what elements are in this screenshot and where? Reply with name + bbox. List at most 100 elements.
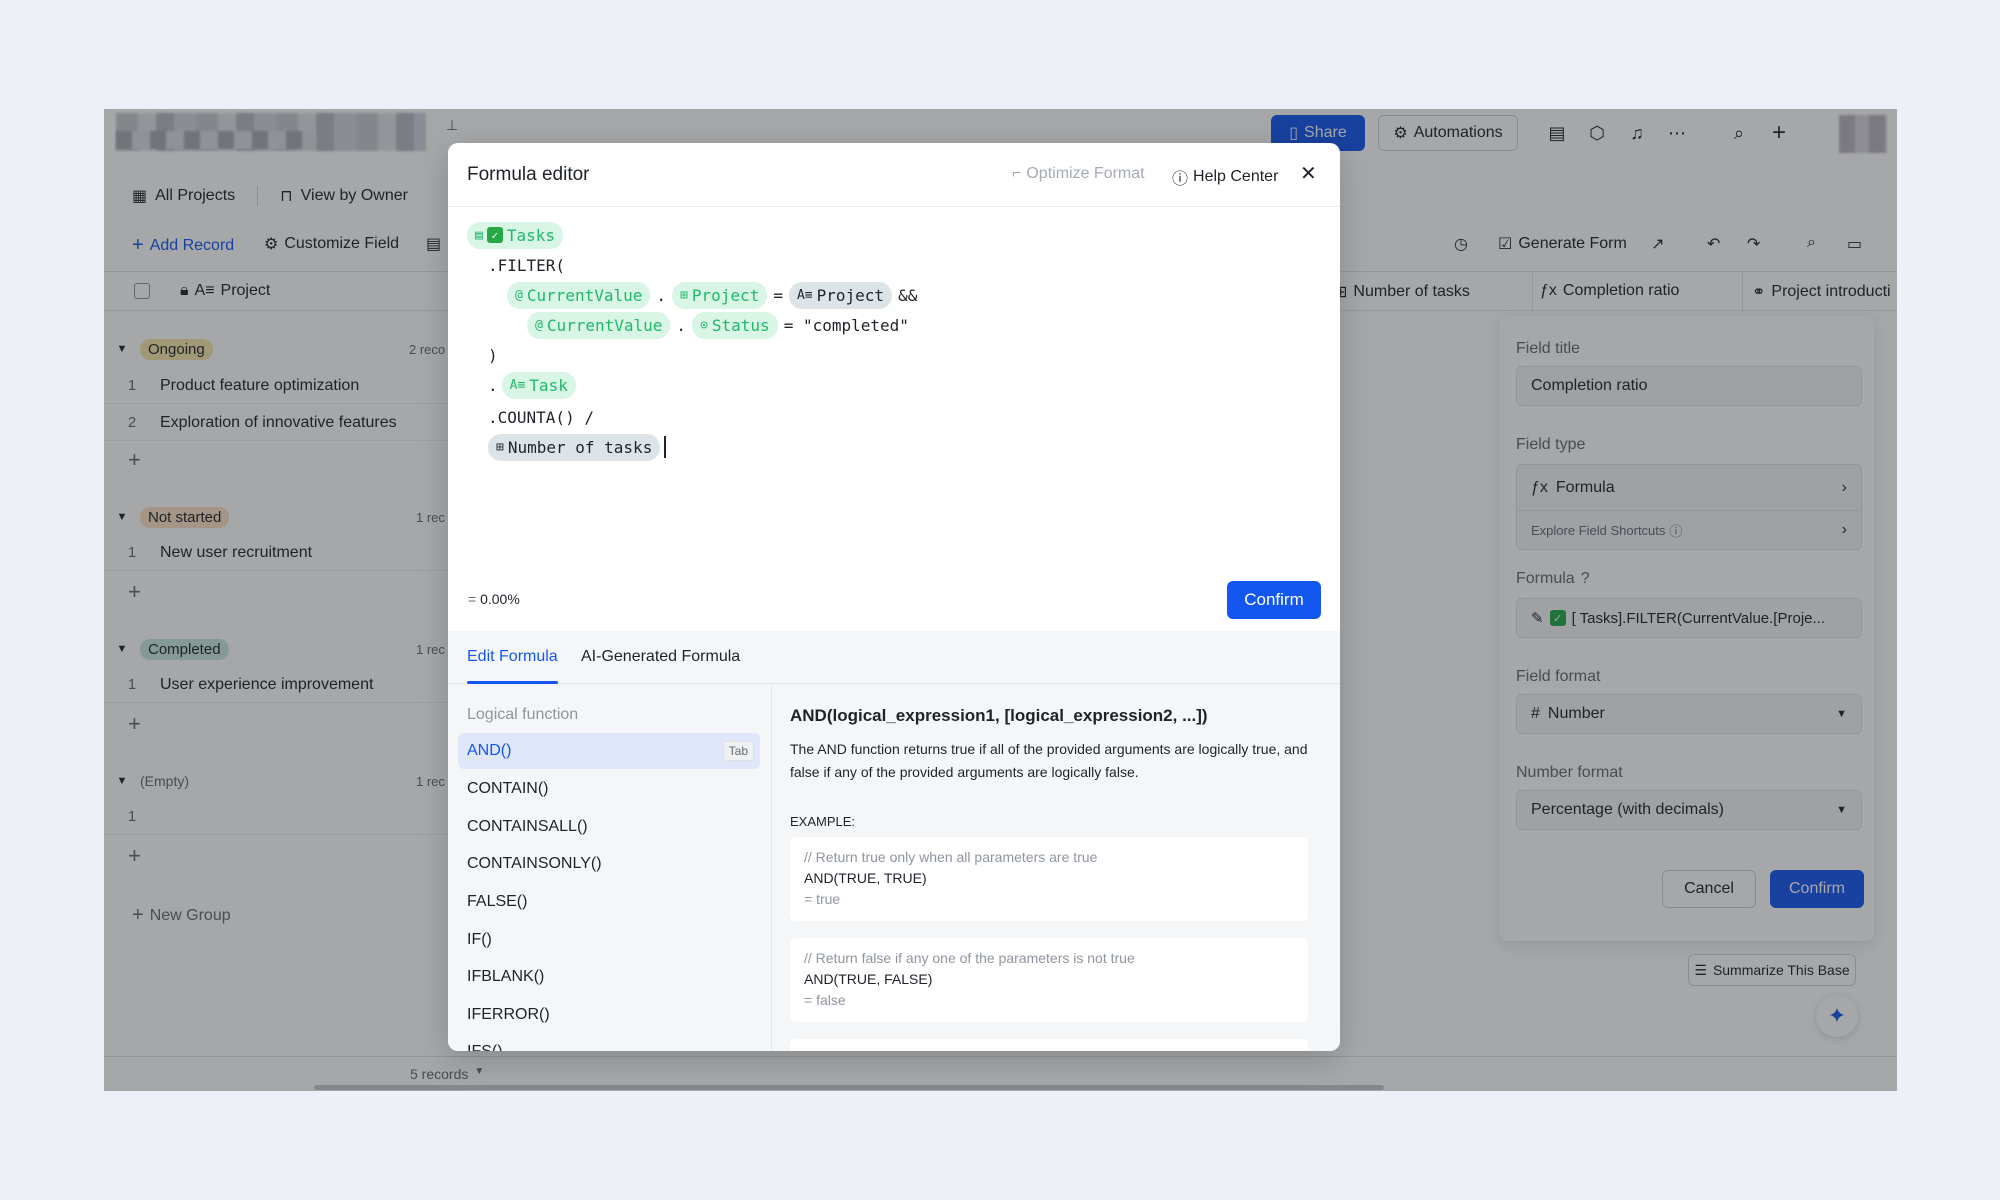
gear-icon: ⚙ [264,236,279,253]
at-icon: @ [515,287,523,303]
explore-shortcuts[interactable]: Explore Field Shortcuts ⓘ › [1517,511,1861,549]
collapse-icon[interactable]: ▼ [104,511,140,523]
document-icon[interactable]: ▤ [1545,121,1569,145]
function-item[interactable]: FALSE() [458,884,760,920]
dropdown-icon: ▼ [1836,708,1847,720]
group-count: 1 rec [416,509,445,525]
redo-icon[interactable]: ↷ [1747,234,1760,254]
new-group-button[interactable]: + New Group [132,904,231,927]
group-empty[interactable]: ▼ (Empty) 1 rec [104,763,454,799]
plugin-icon[interactable]: ⬡ [1585,121,1609,145]
automations-button[interactable]: ⚙ Automations [1378,115,1518,151]
function-description: The AND function returns true if all of … [790,741,1308,780]
undo-icon[interactable]: ↶ [1707,234,1720,254]
table-chip-tasks[interactable]: ▤ ✓ Tasks [467,221,563,249]
collapse-icon[interactable]: ▼ [104,343,140,355]
table-row[interactable]: 1 [104,799,454,835]
field-settings-panel: Field title Completion ratio Field type … [1500,316,1874,941]
group-completed[interactable]: ▼ Completed 1 rec [104,631,454,667]
ai-sparkle-icon[interactable]: ✦ [1816,995,1858,1037]
function-item[interactable]: IFBLANK() [458,959,760,995]
summarize-base-button[interactable]: ☰ Summarize This Base [1688,954,1856,986]
add-icon[interactable]: + [1767,119,1791,146]
help-center-button[interactable]: ⓘ Help Center [1172,165,1278,189]
form-icon[interactable]: ▤ [426,234,441,254]
table-row[interactable]: 1 Product feature optimization [104,368,454,404]
function-item[interactable]: IF() [458,922,760,958]
modal-header: Formula editor ⌐ Optimize Format ⓘ Help Ce… [448,143,1340,207]
add-row-icon[interactable]: + [128,447,148,473]
column-project-introduction[interactable]: ⚭ Project introducti [1752,282,1891,302]
current-value-chip[interactable]: @ CurrentValue [527,311,671,339]
add-row-icon[interactable]: + [128,579,148,605]
number-of-tasks-chip[interactable]: ⊞ Number of tasks [488,433,661,461]
tab-edit-formula[interactable]: Edit Formula [467,648,558,666]
column-completion-ratio[interactable]: ƒx Completion ratio [1540,282,1679,300]
pin-icon[interactable]: ⊥ [440,113,464,137]
avatar[interactable] [1839,115,1887,153]
view-tab-all-projects[interactable]: ▦ All Projects [132,186,235,206]
field-title-input[interactable]: Completion ratio [1516,366,1862,406]
function-item[interactable]: IFERROR() [458,997,760,1033]
history-icon[interactable]: ◷ [1454,234,1468,254]
select-all-checkbox[interactable] [134,283,150,299]
table-row[interactable]: 1 User experience improvement [104,667,454,703]
row-number: 1 [127,676,137,693]
more-icon[interactable]: ⋯ [1665,121,1689,145]
modal-title: Formula editor [467,164,590,185]
collapse-icon[interactable]: ▼ [104,643,140,655]
function-list[interactable]: Logical function AND() Tab CONTAIN() CONT… [448,684,772,1051]
modal-confirm-button[interactable]: Confirm [1227,581,1321,619]
optimize-format-button[interactable]: ⌐ Optimize Format [1012,165,1145,183]
lookup-icon: ⊞ [680,287,688,303]
table-icon: ▤ [475,227,483,243]
comment-icon[interactable]: ▭ [1847,234,1862,254]
close-icon[interactable]: ✕ [1300,161,1317,186]
find-icon[interactable]: ⌕ [1807,234,1816,252]
formula-input[interactable]: ✎ ✓[ Tasks].FILTER(CurrentValue.[Proje... [1516,598,1862,638]
number-format-label: Number format [1516,764,1623,781]
tab-ai-generated-formula[interactable]: AI-Generated Formula [581,648,740,666]
function-item[interactable]: CONTAINSONLY() [458,846,760,882]
plus-icon: + [132,904,144,926]
group-not-started[interactable]: ▼ Not started 1 rec [104,499,454,535]
records-count[interactable]: 5 records ▼ [410,1066,484,1082]
view-tab-by-owner[interactable]: ⊓ View by Owner [280,186,408,206]
function-item[interactable]: CONTAIN() [458,771,760,807]
generate-form-button[interactable]: ☑ Generate Form [1498,234,1627,254]
status-field-chip[interactable]: ⊙ Status [692,311,778,339]
divider [257,186,259,206]
project-field-chip[interactable]: ⊞ Project [672,281,768,309]
function-item[interactable]: CONTAINSALL() [458,809,760,845]
field-format-select[interactable]: # Number ▼ [1516,694,1862,734]
panel-confirm-button[interactable]: Confirm [1770,870,1864,908]
formula-code-editor[interactable]: ▤ ✓ Tasks .FILTER( @ CurrentValue. ⊞ Project =… [448,207,1340,623]
bell-icon[interactable]: ♫ [1625,121,1649,145]
cancel-button[interactable]: Cancel [1662,870,1756,908]
row-number: 1 [127,377,137,394]
function-documentation: AND(logical_expression1, [logical_expres… [790,684,1330,1051]
group-ongoing[interactable]: ▼ Ongoing 2 reco [104,331,454,367]
table-row[interactable]: 2 Exploration of innovative features [104,405,454,441]
search-icon[interactable]: ⌕ [1727,121,1751,145]
add-record-button[interactable]: + Add Record [132,234,234,257]
horizontal-scrollbar[interactable] [314,1085,1384,1090]
task-field-chip[interactable]: A≡ Task [501,371,576,399]
add-row-icon[interactable]: + [128,843,148,869]
at-icon: @ [535,317,543,333]
function-item[interactable]: AND() Tab [458,733,760,769]
share-export-icon[interactable]: ↗ [1651,234,1664,254]
collapse-icon[interactable]: ▼ [104,775,140,787]
project-ref-chip[interactable]: A≡ Project [788,281,893,309]
group-count: 1 rec [416,773,445,789]
current-value-chip[interactable]: @ CurrentValue [507,281,651,309]
hash-icon: # [1531,705,1540,722]
column-project[interactable]: 🔒︎ A≡ Project [180,282,270,300]
add-row-icon[interactable]: + [128,711,148,737]
table-row[interactable]: 1 New user recruitment [104,535,454,571]
number-format-select[interactable]: Percentage (with decimals) ▼ [1516,790,1862,830]
function-item[interactable]: IFS() [458,1034,760,1051]
column-number-of-tasks[interactable]: ⊞ Number of tasks [1334,282,1470,302]
customize-field-button[interactable]: ⚙ Customize Field [264,234,399,254]
field-type-select[interactable]: ƒx Formula › Explore Field Shortcuts ⓘ › [1516,464,1862,550]
